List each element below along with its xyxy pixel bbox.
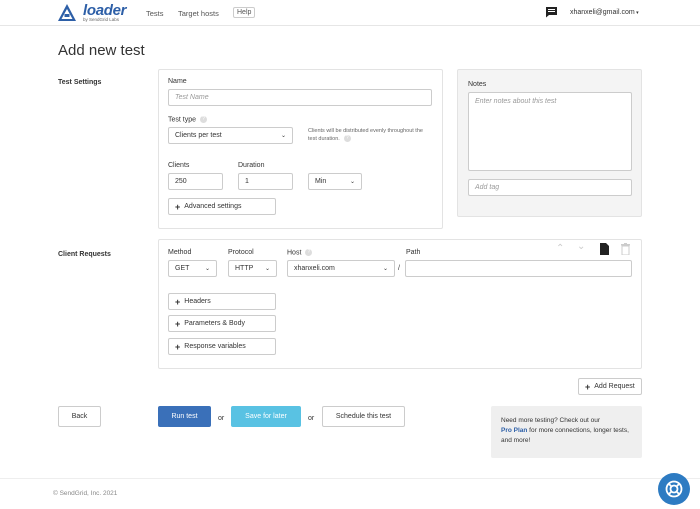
path-separator: / <box>398 265 400 272</box>
plus-icon: + <box>175 296 181 307</box>
chevron-down-icon[interactable]: ⌄ <box>577 241 585 252</box>
chevron-down-icon: ⌄ <box>382 266 388 272</box>
chevron-down-icon: ⌄ <box>204 266 210 272</box>
chevron-down-icon: ⌄ <box>280 133 286 139</box>
help-icon[interactable]: ? <box>305 249 313 256</box>
name-label: Name <box>168 78 187 85</box>
advanced-settings-label: Advanced settings <box>184 203 242 210</box>
method-value: GET <box>175 265 190 272</box>
duplicate-file-icon[interactable] <box>600 243 609 255</box>
add-tag-input[interactable]: Add tag <box>468 179 632 196</box>
nav-help[interactable]: Help <box>233 7 256 18</box>
chat-icon[interactable] <box>545 6 558 18</box>
chevron-down-icon: ⌄ <box>264 266 270 272</box>
chevron-down-icon: ⌄ <box>349 179 355 185</box>
plus-icon: + <box>175 318 181 329</box>
user-email: xhanxeli@gmail.com <box>570 9 635 16</box>
lifebuoy-icon <box>665 480 683 498</box>
logo-subtitle: by SendGrid Labs <box>83 17 120 22</box>
back-button[interactable]: Back <box>58 406 101 427</box>
duration-label: Duration <box>238 162 265 169</box>
path-label: Path <box>406 249 421 256</box>
help-icon[interactable]: ? <box>200 116 208 123</box>
nav-target-hosts[interactable]: Target hosts <box>178 9 219 18</box>
footer-divider <box>0 478 700 479</box>
run-test-button[interactable]: Run test <box>158 406 211 427</box>
plus-icon: + <box>585 381 591 392</box>
duration-unit-value: Min <box>315 178 327 185</box>
chevron-down-icon: ▾ <box>634 10 639 16</box>
notes-textarea[interactable]: Enter notes about this test <box>468 92 632 171</box>
chevron-up-icon[interactable]: ⌃ <box>556 243 564 254</box>
pro-plan-link[interactable]: Pro Plan <box>501 427 527 434</box>
parameters-body-button[interactable]: + Parameters & Body <box>168 315 276 332</box>
user-menu[interactable]: xhanxeli@gmail.com ▾ <box>570 9 639 16</box>
add-request-label: Add Request <box>594 383 635 390</box>
advanced-settings-button[interactable]: + Advanced settings <box>168 198 276 215</box>
promo-line1: Need more testing? Check out our <box>501 417 600 424</box>
schedule-test-button[interactable]: Schedule this test <box>322 406 405 427</box>
test-settings-label: Test Settings <box>58 79 102 86</box>
loader-logo[interactable]: loader by SendGrid Labs <box>57 2 129 23</box>
test-type-label: Test type? <box>168 116 208 123</box>
help-icon[interactable]: ? <box>343 135 351 143</box>
path-input[interactable] <box>405 260 632 277</box>
footer-copyright: © SendGrid, Inc. 2021 <box>53 490 118 497</box>
trash-icon[interactable] <box>621 243 630 255</box>
save-for-later-button[interactable]: Save for later <box>231 406 301 427</box>
nav-tests[interactable]: Tests <box>146 9 164 18</box>
clients-label: Clients <box>168 162 190 169</box>
client-requests-label: Client Requests <box>58 251 111 258</box>
protocol-value: HTTP <box>235 265 254 272</box>
response-variables-label: Response variables <box>184 343 246 350</box>
page-title: Add new test <box>58 42 145 59</box>
method-select[interactable]: GET ⌄ <box>168 260 217 277</box>
host-value: xhanxeli.com <box>294 265 335 272</box>
notes-label: Notes <box>468 81 487 88</box>
test-type-note: Clients will be distributed evenly throu… <box>308 128 423 143</box>
or-text: or <box>218 415 225 422</box>
headers-button[interactable]: + Headers <box>168 293 276 310</box>
headers-label: Headers <box>184 298 211 305</box>
add-request-button[interactable]: + Add Request <box>578 378 642 395</box>
test-type-select[interactable]: Clients per test ⌄ <box>168 127 293 144</box>
host-select[interactable]: xhanxeli.com ⌄ <box>287 260 395 277</box>
method-label: Method <box>168 249 192 256</box>
protocol-select[interactable]: HTTP ⌄ <box>228 260 277 277</box>
support-button[interactable] <box>658 473 690 505</box>
duration-unit-select[interactable]: Min ⌄ <box>308 173 362 190</box>
loader-logo-icon <box>58 4 76 21</box>
pro-plan-promo: Need more testing? Check out our Pro Pla… <box>491 406 642 458</box>
plus-icon: + <box>175 201 181 212</box>
duration-input[interactable]: 1 <box>238 173 293 190</box>
or-text: or <box>308 415 315 422</box>
parameters-body-label: Parameters & Body <box>184 320 245 327</box>
test-name-input[interactable]: Test Name <box>168 89 432 106</box>
clients-input[interactable]: 250 <box>168 173 223 190</box>
host-label: Host? <box>287 249 313 256</box>
protocol-label: Protocol <box>228 249 254 256</box>
plus-icon: + <box>175 341 181 352</box>
top-navbar: loader by SendGrid Labs Tests Target hos… <box>0 0 700 26</box>
response-variables-button[interactable]: + Response variables <box>168 338 276 355</box>
test-type-value: Clients per test <box>175 132 222 139</box>
